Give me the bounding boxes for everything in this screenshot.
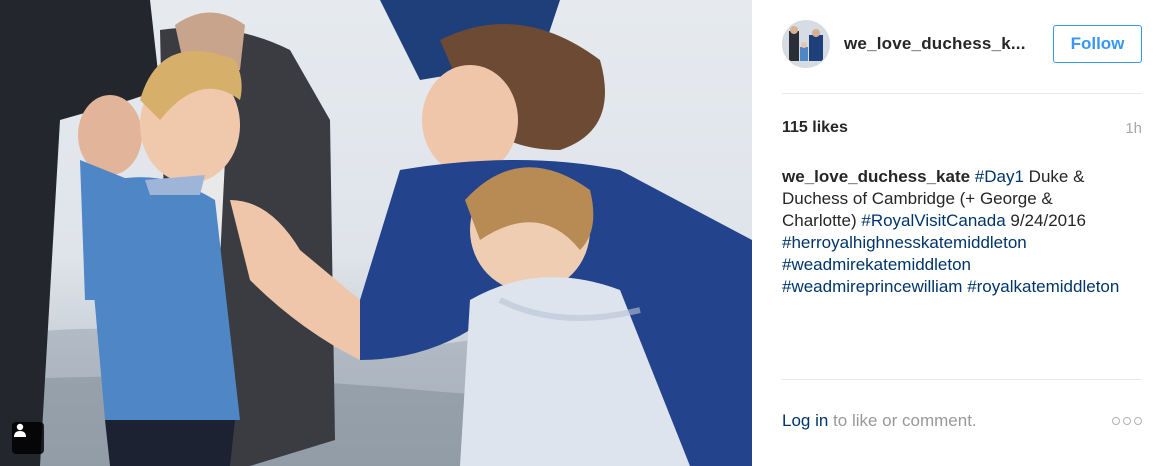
login-prompt-text: to like or comment. [828,411,977,430]
hashtag-link[interactable]: #weadmireprincewilliam [782,277,962,296]
likes-count[interactable]: 115 likes [782,119,848,136]
follow-button[interactable]: Follow [1053,25,1142,63]
divider [782,93,1142,94]
caption-username[interactable]: we_love_duchess_kate [782,167,970,186]
caption-text: 9/24/2016 [1005,211,1087,230]
instagram-post: we_love_duchess_k... Follow 115 likes 1h… [0,0,1166,466]
hashtag-link[interactable]: #RoyalVisitCanada [861,211,1005,230]
photo-illustration [0,0,752,466]
caption: we_love_duchess_kate #Day1 Duke & Duches… [782,166,1122,298]
hashtag-link[interactable]: #weadmirekatemiddleton [782,255,971,274]
hashtag-link[interactable]: #herroyalhighnesskatemiddleton [782,233,1027,252]
user-tag-icon[interactable] [12,422,44,454]
timestamp[interactable]: 1h [1125,120,1142,137]
username[interactable]: we_love_duchess_k... [844,34,1034,54]
divider [782,379,1142,380]
login-link[interactable]: Log in [782,411,828,430]
likes-row: 115 likes 1h [782,119,1142,141]
avatar[interactable] [782,20,830,68]
post-photo[interactable] [0,0,752,466]
post-side-panel: we_love_duchess_k... Follow 115 likes 1h… [752,0,1166,466]
caption-body: #Day1 Duke & Duchess of Cambridge (+ Geo… [782,167,1119,296]
post-header: we_love_duchess_k... Follow [782,18,1142,70]
more-options-icon[interactable] [1112,417,1142,425]
post-footer: Log in to like or comment. [782,411,1142,435]
hashtag-link[interactable]: #royalkatemiddleton [967,277,1119,296]
hashtag-link[interactable]: #Day1 [975,167,1024,186]
